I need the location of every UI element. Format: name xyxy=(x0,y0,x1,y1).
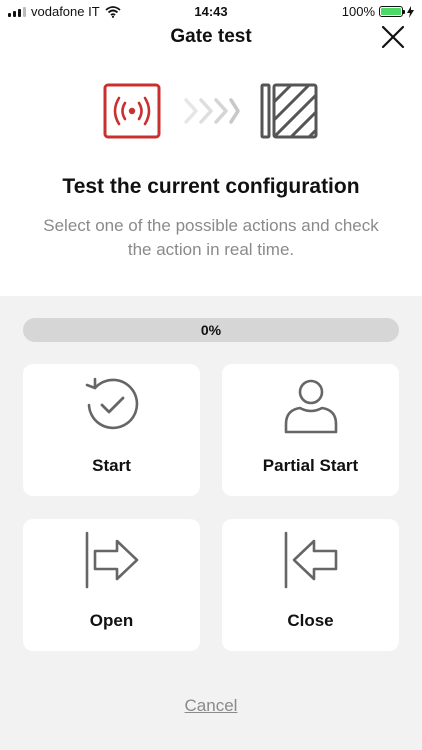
gate-icon xyxy=(260,83,318,139)
status-right: 100% xyxy=(342,4,414,19)
close-label: Close xyxy=(287,611,334,630)
hero-illustration xyxy=(103,83,318,139)
battery-fill xyxy=(381,8,401,15)
status-bar: vodafone IT 14:43 100% xyxy=(0,0,422,24)
subtitle: Select one of the possible actions and c… xyxy=(43,216,379,259)
progress-bar: 0% xyxy=(23,318,399,342)
open-arrow-icon xyxy=(85,531,139,589)
remote-signal-icon xyxy=(103,83,161,139)
charging-icon xyxy=(407,5,414,18)
start-label: Start xyxy=(92,456,131,475)
battery-percent: 100% xyxy=(341,4,375,19)
person-icon xyxy=(284,379,338,434)
open-label: Open xyxy=(89,611,134,630)
headline: Test the current configuration xyxy=(62,175,360,198)
restart-check-icon xyxy=(85,377,139,430)
partial-start-button[interactable]: Partial Start xyxy=(222,364,399,496)
start-button[interactable]: Start xyxy=(23,364,200,496)
close-icon[interactable] xyxy=(380,24,406,50)
cancel-link[interactable]: Cancel xyxy=(0,696,422,716)
chevron-arrows-icon xyxy=(184,98,240,124)
battery-icon xyxy=(379,6,405,17)
progress-label: 0% xyxy=(200,322,222,338)
close-arrow-icon xyxy=(284,531,338,589)
partial-start-label: Partial Start xyxy=(262,456,359,475)
actions-panel: 0% Start Partial Start Open Close Cancel xyxy=(0,296,422,750)
open-button[interactable]: Open xyxy=(23,519,200,651)
page-title: Gate test xyxy=(170,26,252,47)
close-gate-button[interactable]: Close xyxy=(222,519,399,651)
